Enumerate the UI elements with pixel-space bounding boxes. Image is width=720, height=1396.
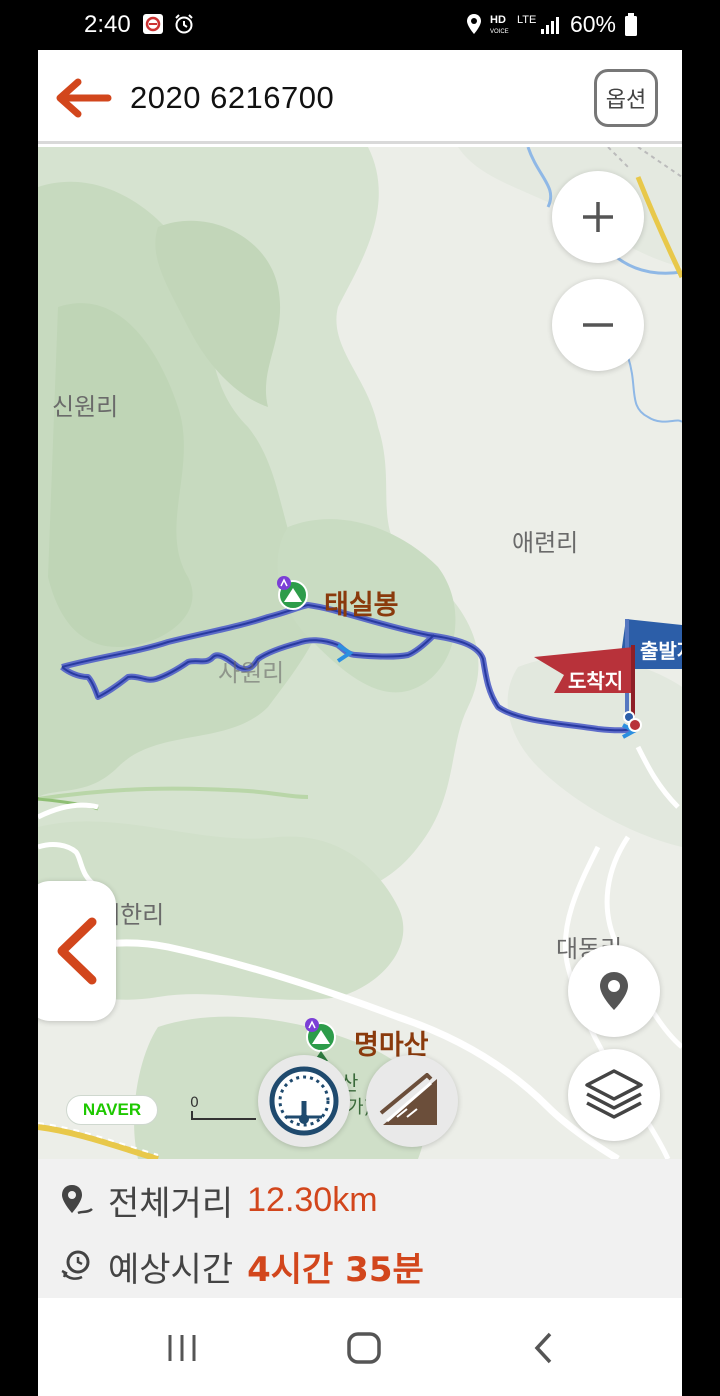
- zoom-out-button[interactable]: [552, 279, 644, 371]
- back-chevron-icon: [534, 1332, 552, 1364]
- page-title: 2020 6216700: [130, 80, 335, 115]
- arrow-left-icon: [56, 78, 112, 118]
- peak-label-taesil: 태실봉: [324, 590, 399, 621]
- map-label-aeryeon: 애련리: [512, 529, 579, 557]
- map-label-village-mid: 사원리: [218, 659, 285, 687]
- map-label-sinwon: 신원리: [52, 393, 119, 421]
- back-button[interactable]: [54, 78, 112, 118]
- status-bar: 2:40 HD VOICE LTE 60%: [0, 0, 720, 50]
- minus-icon: [583, 323, 613, 327]
- elevation-slope-icon: [379, 1073, 437, 1125]
- home-icon: [347, 1332, 381, 1364]
- plus-icon: [583, 202, 613, 232]
- map-scale-bar: 0: [188, 1095, 258, 1121]
- route-flags[interactable]: 도착지 출발지: [534, 617, 682, 737]
- clock-route-icon: [61, 1250, 90, 1280]
- system-back-button[interactable]: [514, 1328, 574, 1368]
- departure-flag-label: 출발지: [640, 639, 682, 663]
- alarm-icon: [173, 13, 195, 39]
- system-navigation-bar: [38, 1298, 682, 1396]
- chevron-left-icon: [57, 917, 97, 985]
- arrival-flag-label: 도착지: [568, 669, 624, 693]
- screen: 2:40 HD VOICE LTE 60% 2020 6216700 옵션 신원…: [0, 0, 720, 1396]
- location-icon: [465, 13, 483, 39]
- voice-label: VOICE: [490, 29, 509, 35]
- hd-label: HD: [490, 14, 506, 26]
- app-window: 2020 6216700 옵션 신원리 애련리 사원리 해한리 대동리 산 (가…: [38, 50, 682, 1396]
- distance-row: 전체거리 12.30km: [60, 1175, 378, 1225]
- time-label: 예상시간: [108, 1249, 234, 1290]
- speedometer-button[interactable]: [258, 1055, 350, 1147]
- time-row: 예상시간 4시간 35분: [60, 1241, 424, 1291]
- status-time: 2:40: [84, 11, 131, 38]
- layers-icon: [585, 1069, 643, 1119]
- speedometer-icon: [269, 1066, 339, 1136]
- battery-icon: [624, 13, 638, 41]
- recent-apps-icon: [168, 1335, 196, 1361]
- side-drawer-toggle[interactable]: [38, 881, 116, 1021]
- header-bar: 2020 6216700 옵션: [38, 50, 682, 144]
- layers-button[interactable]: [568, 1049, 660, 1141]
- zoom-in-button[interactable]: [552, 171, 644, 263]
- lte-label: LTE: [517, 14, 537, 26]
- time-value: 4시간 35분: [247, 1249, 424, 1290]
- recent-apps-button[interactable]: [152, 1328, 212, 1368]
- map-view[interactable]: 신원리 애련리 사원리 해한리 대동리 산 (가) 태실봉 명마산 도착지 출발…: [38, 147, 682, 1159]
- distance-value: 12.30km: [247, 1180, 378, 1219]
- location-pin-icon: [600, 972, 628, 1010]
- elevation-button[interactable]: [366, 1055, 458, 1147]
- distance-label: 전체거리: [108, 1183, 234, 1224]
- route-info-panel: 전체거리 12.30km 예상시간 4시간 35분: [38, 1159, 682, 1298]
- distance-pin-icon: [62, 1185, 93, 1215]
- my-location-button[interactable]: [568, 945, 660, 1037]
- peak-marker-taesil[interactable]: [276, 575, 310, 615]
- app-notification-icon: [142, 13, 164, 39]
- signal-icon: [540, 15, 560, 39]
- options-button[interactable]: 옵션: [594, 69, 658, 127]
- home-button[interactable]: [334, 1328, 394, 1368]
- battery-percent: 60%: [569, 11, 616, 37]
- naver-logo: NAVER: [66, 1095, 158, 1125]
- mountain-peak-icon: [277, 576, 308, 610]
